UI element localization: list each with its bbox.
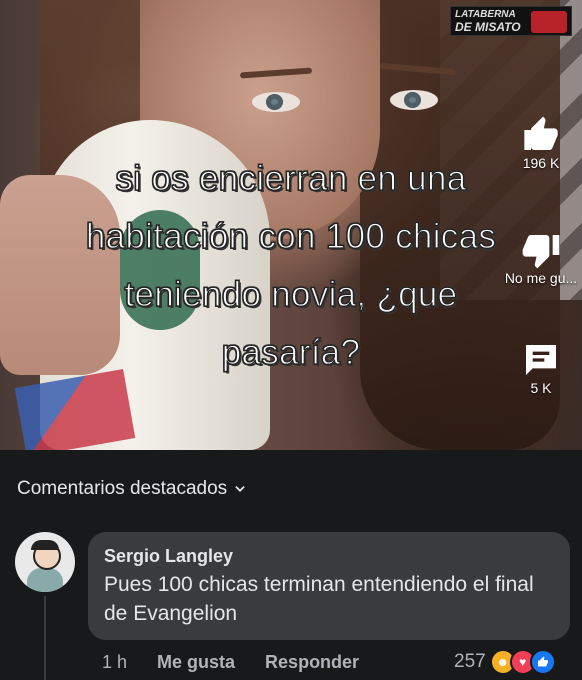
thumbs-down-icon — [522, 235, 560, 269]
comment-icon — [526, 345, 556, 375]
avatar[interactable] — [15, 532, 75, 592]
comments-button[interactable]: 5 K — [510, 340, 572, 396]
watermark-logo: LATABERNA DE MISATO — [450, 6, 572, 36]
left-eye — [252, 92, 300, 112]
avatar-headphones — [31, 540, 59, 550]
dislike-label: No me gu... — [504, 270, 578, 286]
comment-reactions[interactable]: 257 ☻ ♥ — [454, 649, 556, 675]
comments-section: Comentarios destacados Sergio Langley Pu… — [0, 450, 582, 680]
caption-line-1: si os encierran en una — [115, 158, 467, 198]
caption-line-2: habitación con 100 chicas — [85, 216, 497, 256]
left-eyebrow — [239, 67, 313, 79]
like-reaction-icon — [529, 649, 556, 675]
comment-text: Pues 100 chicas terminan entendiendo el … — [104, 573, 534, 625]
like-count: 196 K — [522, 155, 560, 171]
avatar-body — [27, 568, 63, 592]
comment-like-button[interactable]: Me gusta — [157, 652, 235, 673]
watermark-stamp — [531, 11, 567, 33]
comments-filter-dropdown[interactable]: Comentarios destacados — [17, 478, 247, 500]
comment-bubble: Sergio Langley Pues 100 chicas terminan … — [88, 532, 570, 640]
caption-line-4: pasaría? — [221, 332, 361, 372]
chevron-down-icon — [235, 486, 245, 492]
thread-line — [44, 596, 46, 680]
video-caption: si os encierran en una habitación con 10… — [0, 150, 582, 382]
comment-author[interactable]: Sergio Langley — [104, 544, 554, 568]
comment-timestamp[interactable]: 1 h — [102, 652, 127, 673]
video-frame[interactable]: LATABERNA DE MISATO si os encierran en u… — [0, 0, 582, 450]
comment-reply-button[interactable]: Responder — [265, 652, 359, 673]
thumbs-up-icon — [524, 116, 558, 150]
caption-line-3: teniendo novia, ¿que — [124, 274, 458, 314]
comment-count: 5 K — [530, 380, 552, 396]
like-button[interactable]: 196 K — [510, 115, 572, 171]
reaction-count: 257 — [454, 651, 486, 672]
comment-actions: 1 h Me gusta Responder — [102, 652, 359, 673]
dislike-button[interactable]: No me gu... — [500, 230, 582, 286]
right-eye — [390, 90, 438, 110]
comments-header-label: Comentarios destacados — [17, 478, 228, 499]
